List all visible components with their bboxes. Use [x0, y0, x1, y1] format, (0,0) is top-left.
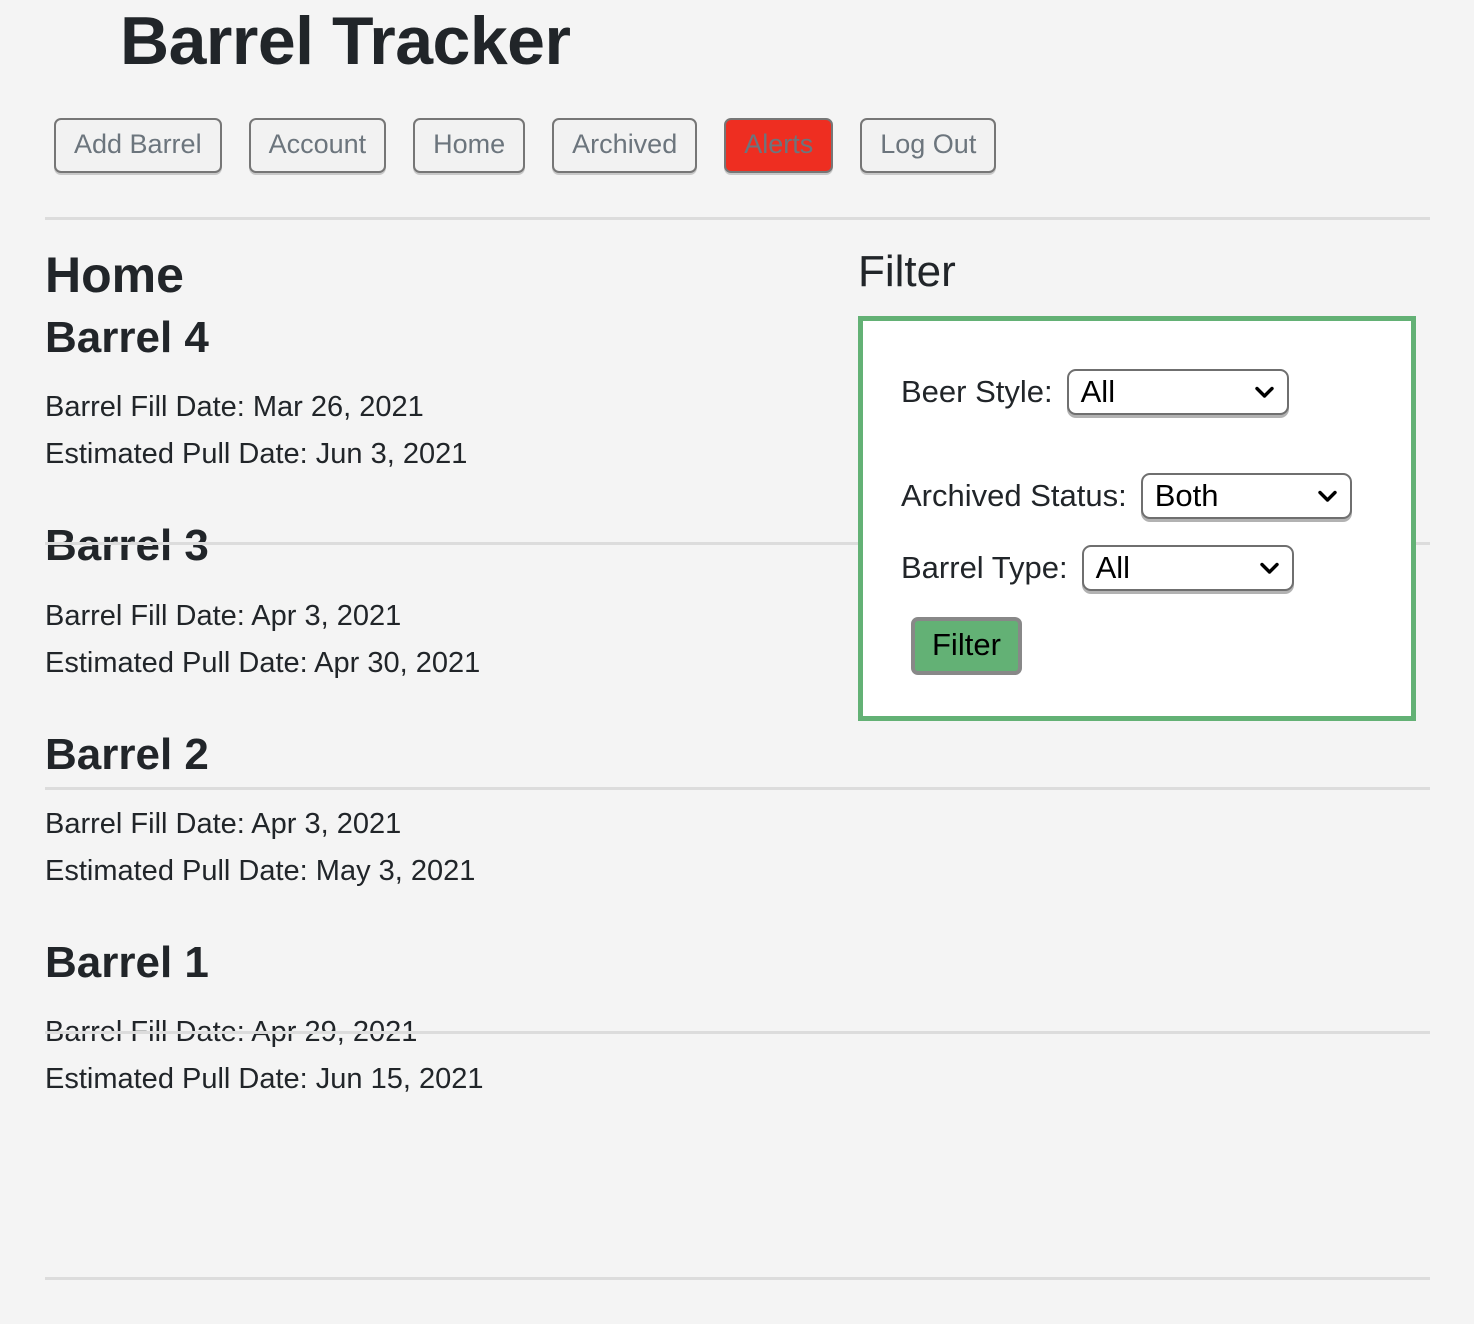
beer-style-label: Beer Style:	[901, 374, 1053, 410]
barrel-type-label: Barrel Type:	[901, 550, 1068, 586]
archived-status-select[interactable]: Both	[1140, 473, 1352, 520]
barrel-list-item[interactable]: Barrel 3 Barrel Fill Date: Apr 3, 2021 E…	[45, 500, 835, 708]
barrel-list-item[interactable]: Barrel 2 Barrel Fill Date: Apr 3, 2021 E…	[45, 709, 835, 917]
nav-button-account[interactable]: Account	[248, 118, 387, 173]
nav-button-add-barrel[interactable]: Add Barrel	[54, 118, 222, 173]
barrel-list-item[interactable]: Barrel 1 Barrel Fill Date: Apr 29, 2021 …	[45, 917, 835, 1125]
beer-style-value: All	[1080, 374, 1116, 410]
nav-button-log-out[interactable]: Log Out	[860, 118, 997, 173]
barrel-name: Barrel 2	[45, 729, 209, 779]
barrel-name: Barrel 1	[45, 937, 209, 987]
barrel-item-divider	[45, 1277, 1430, 1280]
barrel-list-item[interactable]: Barrel 4 Barrel Fill Date: Mar 26, 2021 …	[45, 302, 835, 500]
barrel-fill-date: Barrel Fill Date: Mar 26, 2021	[45, 391, 424, 424]
barrel-item-divider	[45, 787, 1430, 790]
barrel-fill-date: Barrel Fill Date: Apr 3, 2021	[45, 599, 402, 632]
header-divider	[45, 217, 1430, 220]
chevron-down-icon	[1318, 490, 1337, 502]
filter-row-beer-style: Beer Style: All	[901, 369, 1289, 416]
barrel-name: Barrel 3	[45, 521, 209, 571]
main-navigation: Add Barrel Account Home Archived Alerts …	[54, 118, 997, 173]
barrel-pull-date: Estimated Pull Date: Jun 15, 2021	[45, 1063, 484, 1096]
barrel-type-value: All	[1095, 550, 1131, 586]
barrel-fill-date: Barrel Fill Date: Apr 3, 2021	[45, 808, 402, 841]
barrel-pull-date: Estimated Pull Date: Apr 30, 2021	[45, 646, 481, 679]
filter-panel: Beer Style: All Archived Status: Both Ba…	[858, 316, 1416, 722]
filter-row-archived-status: Archived Status: Both	[901, 473, 1352, 520]
filter-row-submit: Filter	[911, 617, 1022, 676]
filter-submit-button[interactable]: Filter	[911, 617, 1022, 676]
section-heading-home: Home	[45, 247, 184, 303]
chevron-down-icon	[1259, 562, 1279, 574]
filter-row-barrel-type: Barrel Type: All	[901, 545, 1294, 592]
barrel-list: Barrel 4 Barrel Fill Date: Mar 26, 2021 …	[45, 302, 835, 1125]
archived-status-value: Both	[1154, 478, 1219, 514]
barrel-pull-date: Estimated Pull Date: May 3, 2021	[45, 855, 476, 888]
filter-column: Filter Beer Style: All Archived Status: …	[858, 247, 1430, 722]
filter-heading: Filter	[858, 247, 956, 296]
barrel-item-divider	[45, 1031, 1430, 1034]
barrel-name: Barrel 4	[45, 313, 209, 362]
chevron-down-icon	[1254, 386, 1274, 398]
barrel-pull-date: Estimated Pull Date: Jun 3, 2021	[45, 438, 468, 471]
barrel-type-select[interactable]: All	[1081, 545, 1294, 592]
nav-button-home[interactable]: Home	[413, 118, 526, 173]
page-title: Barrel Tracker	[120, 3, 571, 79]
main-content-column: Home Barrel 4 Barrel Fill Date: Mar 26, …	[45, 248, 835, 1125]
nav-button-alerts[interactable]: Alerts	[724, 118, 834, 173]
beer-style-select[interactable]: All	[1066, 369, 1289, 416]
archived-status-label: Archived Status:	[901, 478, 1127, 514]
nav-button-archived[interactable]: Archived	[552, 118, 698, 173]
